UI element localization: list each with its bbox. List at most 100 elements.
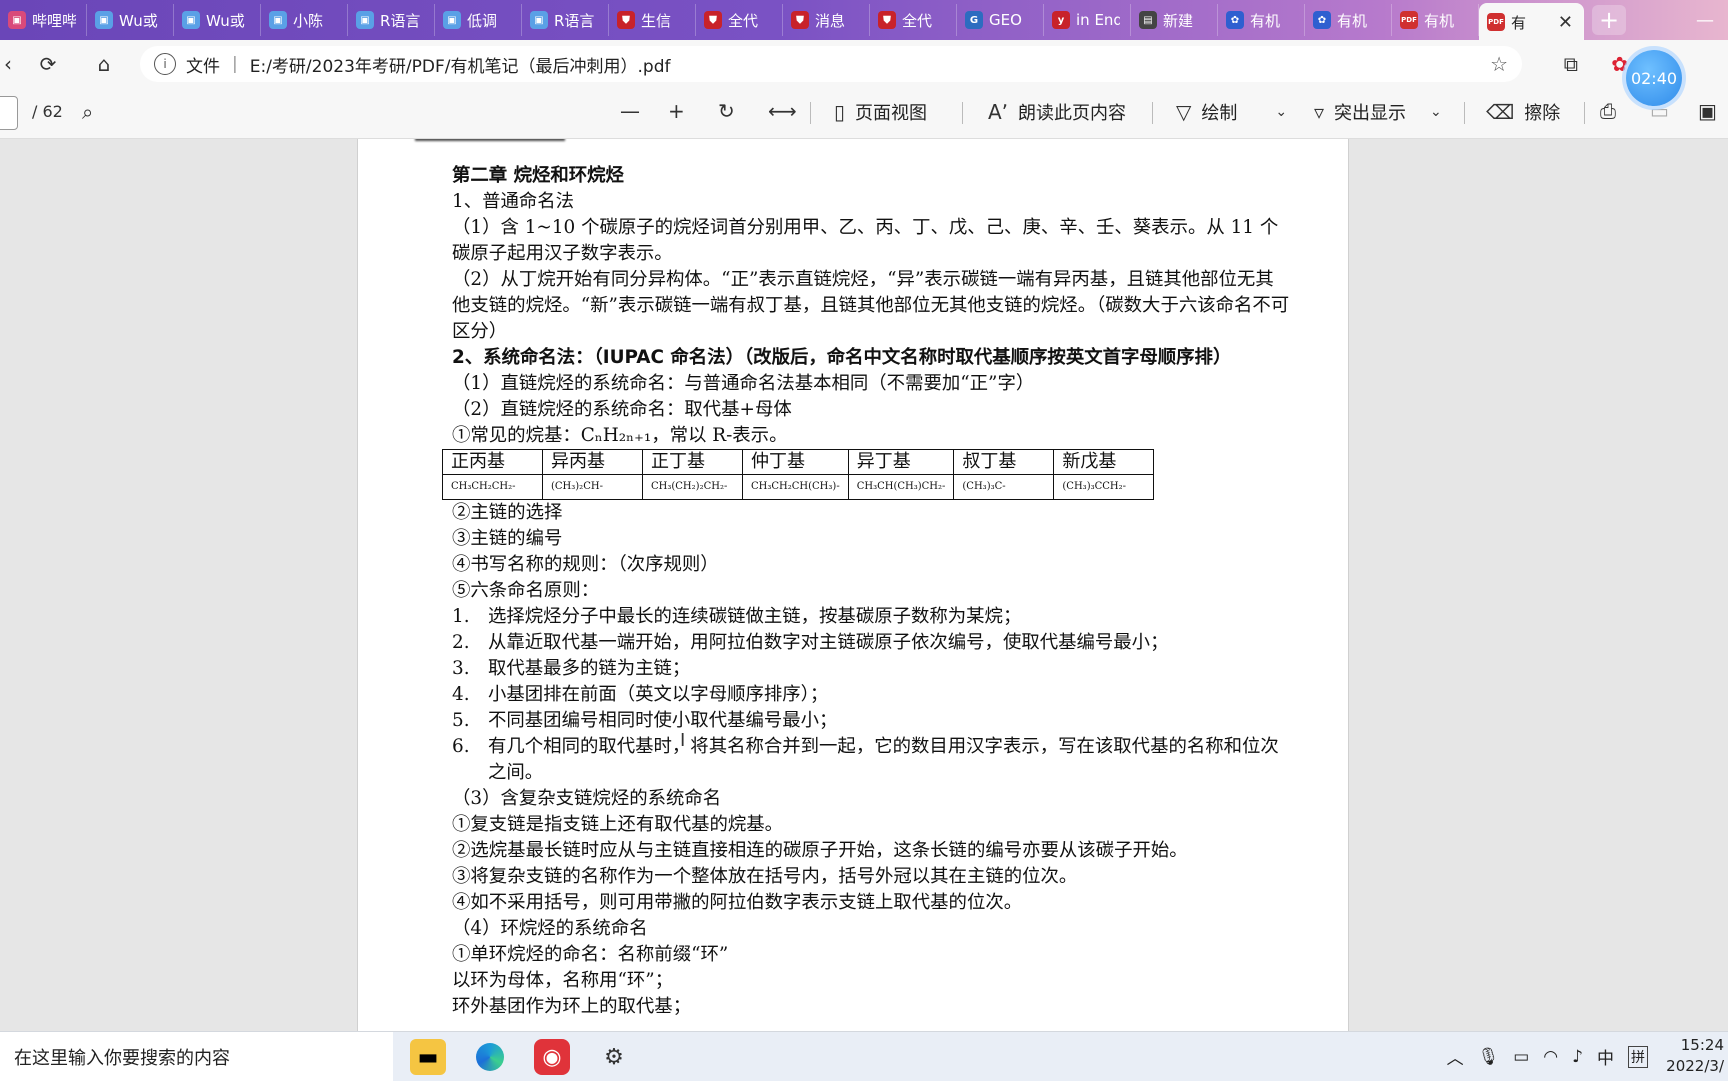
erase-button[interactable]: ⌫ 擦除 — [1486, 99, 1560, 125]
print-button[interactable]: ⎙ — [1600, 99, 1616, 123]
add-favorite-icon[interactable]: ☆ — [1490, 52, 1508, 76]
tab-label: 生信 — [641, 11, 672, 30]
microphone-icon[interactable]: 🎙 — [1478, 1047, 1500, 1067]
url-field[interactable]: i 文件 | E:/考研/2023年考研/PDF/有机笔记（最后冲刺用）.pdf… — [140, 46, 1522, 82]
browser-tab[interactable]: ✿ 有机 — [1218, 4, 1305, 36]
page-view-button[interactable]: ▯ 页面视图 — [834, 99, 927, 125]
fit-width-icon: ⟷ — [768, 99, 797, 123]
browser-tab[interactable]: ▣ R语言 — [348, 4, 435, 36]
tab-label: 哔哩哔 — [32, 11, 76, 30]
tab-label: 消息 — [815, 11, 846, 30]
address-bar: ‹ ⟳ ⌂ i 文件 | E:/考研/2023年考研/PDF/有机笔记（最后冲刺… — [0, 40, 1728, 88]
info-icon[interactable]: i — [154, 53, 176, 75]
browser-tab[interactable]: PDF 有机 — [1392, 4, 1479, 36]
page-number-input[interactable] — [0, 96, 18, 130]
taskbar-search-input[interactable]: 在这里输入你要搜索的内容 — [0, 1032, 393, 1081]
file-explorer-icon[interactable]: ▬ — [410, 1039, 446, 1075]
toolbar-divider — [810, 102, 811, 124]
tab-label: 低调 — [467, 11, 498, 30]
text-line: 以环为母体，名称用“环”； — [452, 970, 674, 991]
ime-lang[interactable]: 中 — [1597, 1044, 1614, 1069]
print-icon: ⎙ — [1600, 99, 1616, 123]
save-as-button[interactable]: ▣ — [1698, 99, 1717, 123]
tab-label: 全代 — [902, 11, 933, 30]
chevron-down-icon[interactable]: ⌄ — [1275, 104, 1287, 120]
rotate-icon: ↻ — [718, 99, 735, 123]
edge-icon[interactable] — [472, 1039, 508, 1075]
close-icon[interactable]: ✕ — [1558, 12, 1573, 33]
text-line: ④书写名称的规则：（次序规则） — [452, 554, 719, 575]
browser-tab[interactable]: ▣ Wu或 — [87, 4, 174, 36]
chevron-up-icon[interactable]: ︿ — [1447, 1044, 1464, 1069]
draw-button[interactable]: ▽ 绘制 ⌄ — [1176, 99, 1287, 125]
text-line: （1）含 1~10 个碳原子的烷烃词首分别用甲、乙、丙、丁、戊、己、庚、辛、壬、… — [452, 217, 1279, 264]
browser-tab[interactable]: ▤ 新建 — [1131, 4, 1218, 36]
browser-tab[interactable]: ⛊ 消息 — [783, 4, 870, 36]
browser-tab[interactable]: ▣ 哔哩哔 — [0, 4, 87, 36]
floating-timer[interactable]: 02:40 — [1626, 50, 1682, 106]
highlight-button[interactable]: ▿ 突出显示 ⌄ — [1314, 99, 1442, 125]
search-icon[interactable]: ⌕ — [82, 100, 93, 124]
text-line: （3）含复杂支链烷烃的系统命名 — [452, 788, 722, 809]
browser-tab[interactable]: ⛊ 生信 — [609, 4, 696, 36]
draw-label: 绘制 — [1201, 103, 1238, 124]
browser-tab[interactable]: ▣ 小陈 — [261, 4, 348, 36]
minus-icon: — — [620, 99, 640, 123]
volume-icon[interactable]: ♪ — [1572, 1047, 1583, 1067]
table-cell: 新戊基 — [1053, 449, 1155, 475]
home-icon[interactable]: ⌂ — [86, 46, 122, 82]
collections-icon[interactable]: ⧉ — [1564, 52, 1578, 76]
browser-tab[interactable]: ▣ R语言 — [522, 4, 609, 36]
browser-tab[interactable]: y in End — [1044, 4, 1131, 36]
tv-icon: ▣ — [8, 11, 26, 29]
geo-icon: G — [965, 11, 983, 29]
page-content: 第二章 烷烃和环烷烃 1、普通命名法 （1）含 1~10 个碳原子的烷烃词首分别… — [442, 163, 1302, 1020]
browser-tab[interactable]: ▣ 低调 — [435, 4, 522, 36]
table-row: CH₃CH₂CH₂- (CH₃)₂CH- CH₃(CH₂)₂CH₂- CH₃CH… — [442, 474, 1155, 500]
system-clock[interactable]: 15:24 2022/3/ — [1666, 1035, 1724, 1077]
new-tab-button[interactable]: + — [1592, 5, 1626, 35]
fit-width-button[interactable]: ⟷ — [768, 99, 797, 123]
tab-label: 全代 — [728, 11, 759, 30]
ime-mode[interactable]: 拼 — [1628, 1045, 1648, 1068]
clock-date: 2022/3/ — [1666, 1057, 1724, 1075]
settings-gear-icon[interactable]: ⚙ — [596, 1039, 632, 1075]
url-separator: | — [232, 54, 238, 74]
zoom-out-button[interactable]: — — [620, 99, 640, 123]
browser-tab[interactable]: G GEO — [957, 4, 1044, 36]
list-text: 选择烷烃分子中最长的连续碳链做主链，按基碳原子数称为某烷； — [488, 606, 1022, 627]
active-tab[interactable]: PDF 有 ✕ — [1479, 3, 1584, 40]
list-item: 1. 选择烷烃分子中最长的连续碳链做主链，按基碳原子数称为某烷； — [452, 604, 1302, 630]
rotate-button[interactable]: ↻ — [718, 99, 735, 123]
tab-label: 有机 — [1250, 11, 1281, 30]
minimize-icon[interactable]: — — [1682, 10, 1728, 31]
zoom-in-button[interactable]: + — [668, 99, 685, 123]
list-item: 4. 小基团排在前面（英文以字母顺序排序）； — [452, 682, 1302, 708]
refresh-icon[interactable]: ⟳ — [30, 46, 66, 82]
netease-music-icon[interactable]: ◉ — [534, 1039, 570, 1075]
text-line: 环外基团作为环上的取代基； — [452, 996, 692, 1017]
highlight-label: 突出显示 — [1334, 103, 1407, 124]
tv-icon: ▣ — [356, 11, 374, 29]
browser-tab[interactable]: ⛊ 全代 — [696, 4, 783, 36]
text-line: （4）环烷烃的系统命名 — [452, 918, 648, 939]
browser-tab[interactable]: ✿ 有机 — [1305, 4, 1392, 36]
back-button[interactable]: ‹ — [0, 46, 26, 82]
battery-icon[interactable]: ▭ — [1513, 1047, 1529, 1067]
table-cell: 异丙基 — [542, 449, 643, 475]
text-line: ①单环烷烃的命名：名称前缀“环” — [452, 944, 729, 965]
wifi-icon[interactable]: ◠ — [1543, 1047, 1558, 1067]
table-cell: CH₃CH₂CH(CH₃)- — [742, 474, 849, 500]
page-view-icon: ▯ — [834, 100, 846, 124]
read-aloud-button[interactable]: Aʼ 朗读此页内容 — [988, 99, 1126, 125]
chevron-down-icon[interactable]: ⌄ — [1430, 104, 1442, 120]
tab-label: Wu或 — [119, 11, 158, 30]
tab-label: 新建 — [1163, 11, 1194, 30]
tab-label: R语言 — [380, 11, 421, 30]
tv-icon: ▣ — [530, 11, 548, 29]
browser-tab[interactable]: ▣ Wu或 — [174, 4, 261, 36]
browser-tab[interactable]: ⛊ 全代 — [870, 4, 957, 36]
pdf-toolbar: / 62 ⌕ — + ↻ ⟷ ▯ 页面视图 Aʼ 朗读此页内容 ▽ 绘制 ⌄ ▿… — [0, 88, 1728, 139]
browser-actions: ⧉ ✿ — [1564, 40, 1728, 88]
pdf-viewer[interactable]: 第二章 烷烃和环烷烃 1、普通命名法 （1）含 1~10 个碳原子的烷烃词首分别… — [0, 139, 1728, 1031]
